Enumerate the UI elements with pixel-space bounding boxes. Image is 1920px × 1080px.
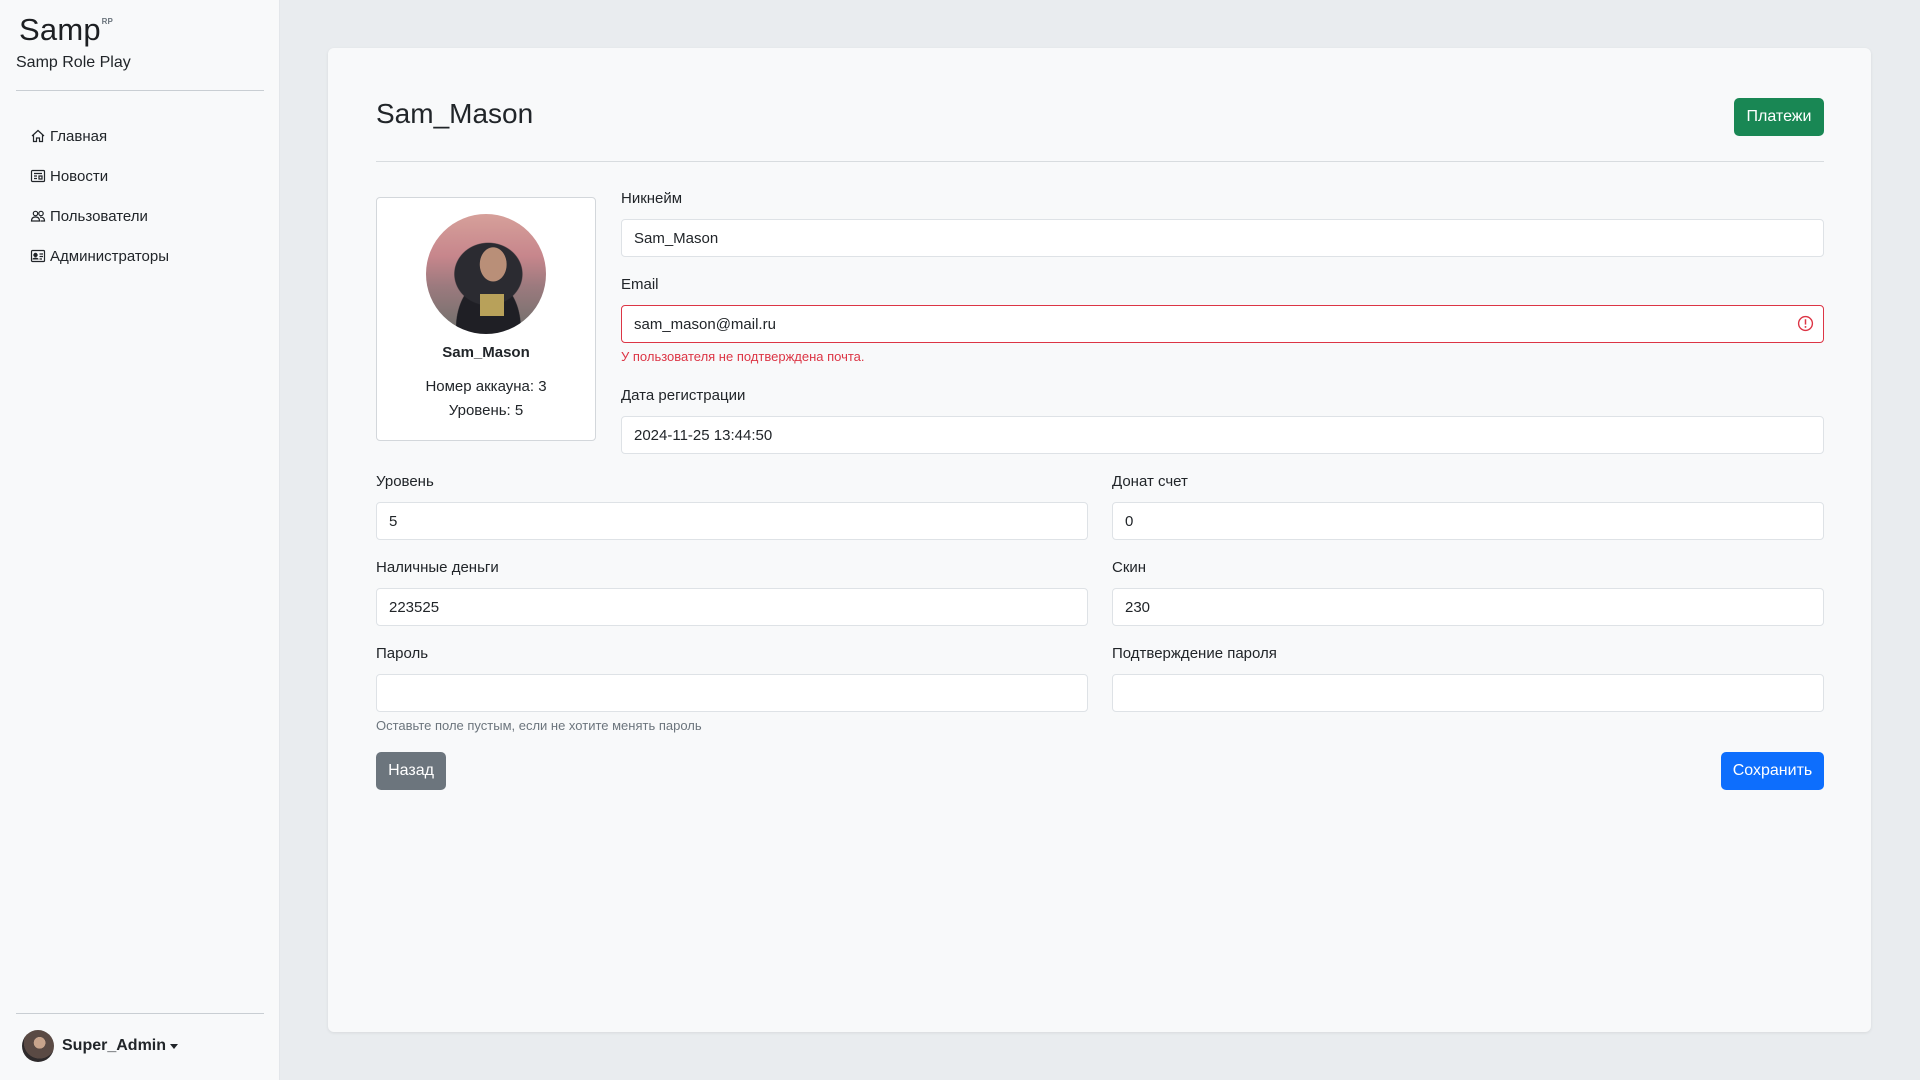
- password-confirm-label: Подтверждение пароля: [1112, 645, 1277, 662]
- password-input[interactable]: [376, 674, 1088, 712]
- level-label: Уровень: [376, 473, 434, 490]
- back-button[interactable]: Назад: [376, 752, 446, 790]
- brand-logo[interactable]: Samp RP: [19, 12, 113, 48]
- main-card: Sam_Mason Платежи Sam_Mason Номер аккаун…: [328, 48, 1871, 1032]
- sidebar-nav: Главная Новости Пользователи Администрат…: [30, 116, 169, 276]
- house-icon: [31, 129, 45, 143]
- sidebar-item-label: Пользователи: [50, 207, 148, 225]
- donate-input[interactable]: [1112, 502, 1824, 540]
- donate-label: Донат счет: [1112, 473, 1188, 490]
- sidebar-item-admins[interactable]: Администраторы: [30, 236, 169, 276]
- user-name: Super_Admin: [62, 1037, 167, 1054]
- brand-superscript: RP: [101, 17, 113, 26]
- sidebar-item-users[interactable]: Пользователи: [30, 196, 169, 236]
- nickname-input[interactable]: [621, 219, 1824, 257]
- save-button[interactable]: Сохранить: [1721, 752, 1824, 790]
- sidebar-item-home[interactable]: Главная: [30, 116, 169, 156]
- password-help-text: Оставьте поле пустым, если не хотите мен…: [376, 718, 702, 733]
- page-title: Sam_Mason: [376, 98, 534, 129]
- profile-level: Уровень: 5: [448, 402, 524, 419]
- person-vcard-icon: [30, 249, 46, 263]
- email-error-text: У пользователя не подтверждена почта.: [621, 349, 865, 364]
- email-label: Email: [621, 276, 659, 293]
- sidebar-divider: [16, 1013, 264, 1014]
- people-icon: [30, 210, 46, 222]
- account-number: Номер аккауна: 3: [425, 378, 547, 395]
- reg-date-field[interactable]: [621, 416, 1824, 454]
- avatar: [22, 1030, 54, 1062]
- reg-date-label: Дата регистрации: [621, 387, 746, 404]
- password-label: Пароль: [376, 645, 429, 662]
- level-input[interactable]: [376, 502, 1088, 540]
- nickname-label: Никнейм: [621, 190, 683, 207]
- sidebar: Samp RP Samp Role Play Главная Новости По…: [0, 0, 280, 1080]
- profile-meta: Номер аккауна: 3 Уровень: 5: [377, 375, 595, 423]
- brand-name: Samp: [19, 12, 101, 47]
- caret-down-icon: [170, 1043, 179, 1049]
- skin-label: Скин: [1112, 559, 1147, 576]
- sidebar-item-label: Новости: [50, 167, 109, 185]
- profile-name: Sam_Mason: [442, 344, 530, 361]
- profile-card: Sam_Mason Номер аккауна: 3 Уровень: 5: [376, 197, 596, 441]
- sidebar-divider: [16, 90, 264, 91]
- sidebar-item-news[interactable]: Новости: [30, 156, 169, 196]
- brand-subtitle: Samp Role Play: [16, 54, 131, 71]
- password-confirm-input[interactable]: [1112, 674, 1824, 712]
- profile-avatar: [426, 214, 546, 334]
- newspaper-icon: [30, 169, 46, 183]
- user-menu-toggle[interactable]: Super_Admin: [22, 1030, 179, 1062]
- email-field[interactable]: [621, 305, 1824, 343]
- skin-input[interactable]: [1112, 588, 1824, 626]
- exclamation-circle-icon: [1797, 315, 1814, 332]
- cash-label: Наличные деньги: [376, 559, 499, 576]
- sidebar-item-label: Главная: [50, 127, 108, 145]
- payments-button[interactable]: Платежи: [1734, 98, 1824, 136]
- sidebar-item-label: Администраторы: [50, 247, 170, 265]
- header-divider: [376, 161, 1824, 162]
- cash-input[interactable]: [376, 588, 1088, 626]
